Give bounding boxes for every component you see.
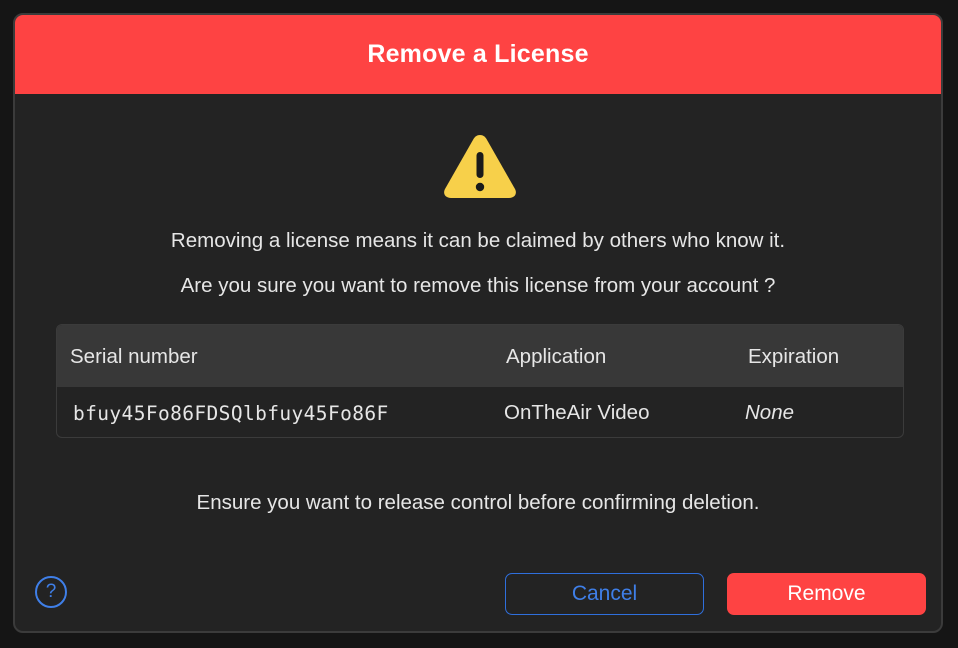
column-header-application: Application xyxy=(506,345,607,368)
cancel-button[interactable]: Cancel xyxy=(505,573,704,615)
serial-number-cell: bfuy45Fo86FDSQlbfuy45Fo86F xyxy=(73,402,389,425)
warning-message-line1: Removing a license means it can be claim… xyxy=(170,229,786,252)
remove-license-dialog: Remove a License Removing a license mean… xyxy=(13,13,943,633)
application-cell: OnTheAir Video xyxy=(504,401,650,424)
confirmation-question: Are you sure you want to remove this lic… xyxy=(180,274,776,297)
column-header-serial-number: Serial number xyxy=(70,345,198,368)
footer-message: Ensure you want to release control befor… xyxy=(196,491,760,514)
table-header: Serial number Application Expiration xyxy=(57,325,903,387)
warning-icon xyxy=(444,135,516,198)
help-icon: ? xyxy=(45,581,57,602)
column-header-expiration: Expiration xyxy=(748,345,840,368)
remove-button[interactable]: Remove xyxy=(727,573,926,615)
dialog-title: Remove a License xyxy=(367,40,589,68)
help-button[interactable]: ? xyxy=(35,576,67,608)
license-table: Serial number Application Expiration bfu… xyxy=(56,324,904,438)
expiration-cell: None xyxy=(745,401,795,424)
dialog-titlebar: Remove a License xyxy=(15,15,941,94)
